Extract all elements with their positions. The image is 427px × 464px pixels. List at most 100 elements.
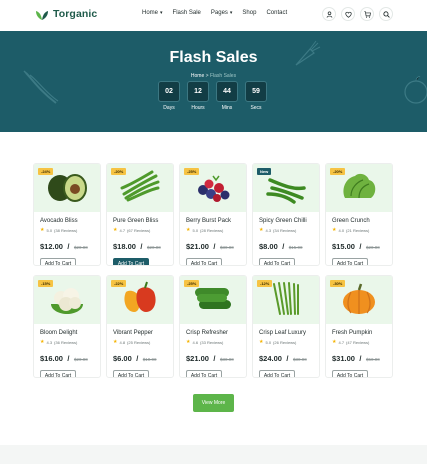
countdown-days: 02 Days	[158, 81, 180, 111]
countdown-secs-value: 59	[245, 81, 267, 102]
star-icon: ★	[186, 227, 191, 233]
product-image-area[interactable]: -20%	[107, 164, 173, 212]
product-name[interactable]: Spicy Green Chilli	[259, 218, 313, 224]
product-name[interactable]: Pure Green Bliss	[113, 218, 167, 224]
product-rating: ★ 4.0 (21 Reviews)	[332, 227, 386, 233]
add-to-cart-button[interactable]: Add To Cart	[40, 258, 76, 265]
current-price: $12.00	[40, 242, 63, 251]
nav-flash-sale[interactable]: Flash Sale	[173, 10, 201, 16]
rating-value: 4.3	[46, 339, 53, 345]
product-name[interactable]: Avocado Bliss	[40, 218, 94, 224]
review-count: (25 Reviews)	[127, 339, 151, 345]
product-name[interactable]: Fresh Pumpkin	[332, 330, 386, 336]
product-price: $21.00 / $30.00	[186, 354, 234, 363]
add-to-cart-button[interactable]: Add To Cart	[332, 258, 368, 265]
logo[interactable]: Torganic	[35, 8, 97, 20]
product-card[interactable]: -25% Berry Burst Pack ★ 5.0 (28 Reviews)…	[179, 163, 247, 266]
original-price: $20.00	[365, 245, 380, 250]
leaf-logo-icon	[35, 8, 49, 20]
product-card[interactable]: -20% Green Crunch ★ 4.0 (21 Reviews) $15…	[325, 163, 393, 266]
original-price: $20.00	[73, 357, 88, 362]
nav-contact[interactable]: Contact	[266, 10, 287, 16]
discount-badge: New	[257, 168, 272, 175]
discount-badge: -25%	[184, 168, 200, 175]
footer-band	[0, 445, 427, 464]
product-image-area[interactable]: -25%	[180, 164, 246, 212]
heart-icon[interactable]	[341, 7, 355, 21]
product-name[interactable]: Green Crunch	[332, 218, 386, 224]
original-price: $30.00	[219, 245, 234, 250]
product-name[interactable]: Crisp Leaf Luxury	[259, 330, 313, 336]
rating-value: 4.7	[338, 339, 345, 345]
rating-value: 5.0	[46, 227, 53, 233]
star-icon: ★	[186, 339, 191, 345]
original-price: $10.00	[142, 357, 157, 362]
original-price: $20.00	[146, 245, 161, 250]
product-card[interactable]: -15% Bloom Delight ★ 4.3 (36 Reviews) $1…	[33, 275, 101, 378]
review-count: (34 Reviews)	[273, 227, 297, 233]
product-info: Pure Green Bliss ★ 4.7 (67 Reviews) $18.…	[107, 212, 173, 265]
add-to-cart-button[interactable]: Add To Cart	[113, 258, 149, 265]
view-more-button[interactable]: View More	[193, 394, 234, 412]
product-card[interactable]: -24% Avocado Bliss ★ 5.0 (38 Reviews) $1…	[33, 163, 101, 266]
countdown-mins: 44 Mins	[216, 81, 238, 111]
hero-banner: Flash Sales Home > Flash Sales 02 Days 1…	[0, 31, 427, 132]
product-price: $18.00 / $20.00	[113, 242, 161, 251]
product-card[interactable]: -22% Vibrant Pepper ★ 4.8 (25 Reviews) $…	[106, 275, 174, 378]
product-info: Spicy Green Chilli ★ 4.3 (34 Reviews) $8…	[253, 212, 319, 265]
product-card[interactable]: New Spicy Green Chilli ★ 4.3 (34 Reviews…	[252, 163, 320, 266]
add-to-cart-button[interactable]: Add To Cart	[186, 258, 222, 265]
product-card[interactable]: -12% Crisp Leaf Luxury ★ 5.0 (26 Reviews…	[252, 275, 320, 378]
product-name[interactable]: Bloom Delight	[40, 330, 94, 336]
product-image-area[interactable]: -25%	[180, 276, 246, 324]
star-icon: ★	[332, 227, 337, 233]
review-count: (26 Reviews)	[273, 339, 297, 345]
add-to-cart-button[interactable]: Add To Cart	[186, 370, 222, 377]
product-price: $31.00 / $50.00	[332, 354, 380, 363]
product-name[interactable]: Berry Burst Pack	[186, 218, 240, 224]
product-image-area[interactable]: -12%	[253, 276, 319, 324]
product-image-area[interactable]: -24%	[34, 164, 100, 212]
rating-value: 5.0	[265, 339, 272, 345]
product-rating: ★ 5.0 (26 Reviews)	[259, 339, 313, 345]
star-icon: ★	[259, 339, 264, 345]
discount-badge: -20%	[111, 168, 127, 175]
nav-contact-label: Contact	[266, 10, 288, 16]
nav-pages[interactable]: Pages ▾	[211, 10, 233, 16]
star-icon: ★	[259, 227, 264, 233]
search-icon[interactable]	[379, 7, 393, 21]
product-image-area[interactable]: -22%	[107, 276, 173, 324]
product-name[interactable]: Crisp Refresher	[186, 330, 240, 336]
product-image-area[interactable]: New	[253, 164, 319, 212]
add-to-cart-button[interactable]: Add To Cart	[113, 370, 149, 377]
countdown-hours: 12 Hours	[187, 81, 209, 111]
product-name[interactable]: Vibrant Pepper	[113, 330, 167, 336]
product-price: $16.00 / $20.00	[40, 354, 88, 363]
product-card[interactable]: -30% Fresh Pumpkin ★ 4.7 (47 Reviews) $3…	[325, 275, 393, 378]
star-icon: ★	[113, 227, 118, 233]
nav-shop[interactable]: Shop	[242, 10, 256, 16]
current-price: $31.00	[332, 354, 355, 363]
add-to-cart-button[interactable]: Add To Cart	[259, 258, 295, 265]
breadcrumb-home[interactable]: Home	[191, 73, 204, 79]
product-image-area[interactable]: -30%	[326, 276, 392, 324]
header-actions	[322, 7, 393, 21]
product-rating: ★ 4.7 (67 Reviews)	[113, 227, 167, 233]
nav-home[interactable]: Home ▾	[142, 10, 163, 16]
add-to-cart-button[interactable]: Add To Cart	[259, 370, 295, 377]
product-info: Green Crunch ★ 4.0 (21 Reviews) $15.00 /…	[326, 212, 392, 265]
current-price: $8.00	[259, 242, 278, 251]
discount-badge: -22%	[111, 280, 127, 287]
product-card[interactable]: -25% Crisp Refresher ★ 4.6 (33 Reviews) …	[179, 275, 247, 378]
cart-icon[interactable]	[360, 7, 374, 21]
product-rating: ★ 5.0 (38 Reviews)	[40, 227, 94, 233]
product-image-area[interactable]: -15%	[34, 276, 100, 324]
add-to-cart-button[interactable]: Add To Cart	[40, 370, 76, 377]
product-image-area[interactable]: -20%	[326, 164, 392, 212]
star-icon: ★	[40, 227, 45, 233]
rating-value: 4.0	[338, 227, 345, 233]
product-card[interactable]: -20% Pure Green Bliss ★ 4.7 (67 Reviews)…	[106, 163, 174, 266]
user-icon[interactable]	[322, 7, 336, 21]
add-to-cart-button[interactable]: Add To Cart	[332, 370, 368, 377]
countdown-days-value: 02	[158, 81, 180, 102]
